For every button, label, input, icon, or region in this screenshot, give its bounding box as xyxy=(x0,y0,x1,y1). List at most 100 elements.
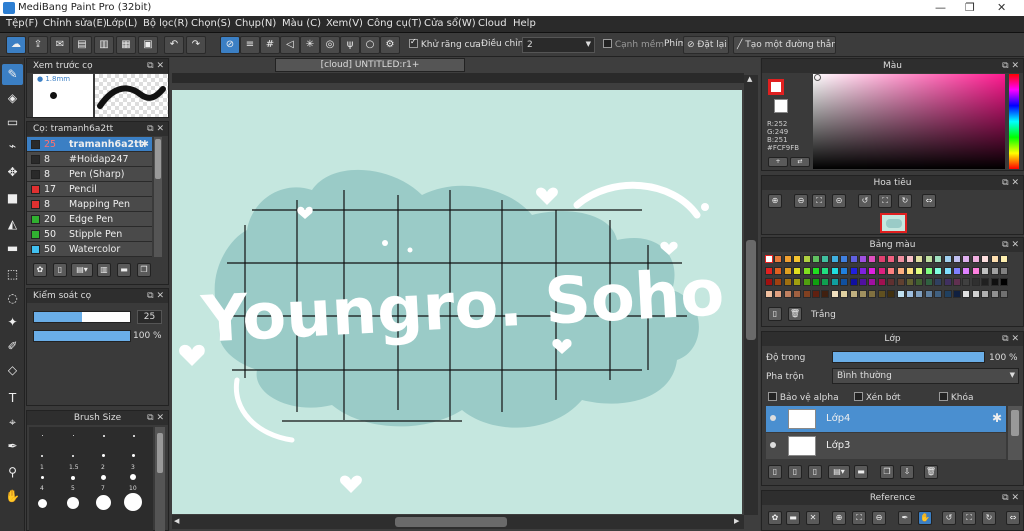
menu-view[interactable]: Xem(V) xyxy=(326,18,363,29)
brush-item[interactable]: 20 Edge Pen xyxy=(27,212,152,227)
color-swatch[interactable] xyxy=(830,255,839,263)
settings-snap-icon[interactable]: ⚙ xyxy=(380,36,400,54)
color-swatch[interactable] xyxy=(915,278,924,286)
color-swatch[interactable] xyxy=(924,255,933,263)
trash-icon[interactable]: 🗑 xyxy=(788,307,802,321)
close-ref-icon[interactable]: ✕ xyxy=(806,511,820,525)
eye-icon[interactable] xyxy=(770,442,776,448)
add-brush-icon[interactable]: ✿ xyxy=(33,263,47,277)
color-swatch[interactable] xyxy=(821,255,830,263)
menu-select[interactable]: Chọn(S) xyxy=(191,18,231,29)
blend-mode-select[interactable]: Bình thường ▼ xyxy=(832,368,1019,384)
size-dot[interactable] xyxy=(72,455,74,457)
folder-icon[interactable]: ▬ xyxy=(117,263,131,277)
reset-button[interactable]: ⊘ Đặt lại xyxy=(683,36,729,54)
color-swatch[interactable] xyxy=(868,278,877,286)
color-swatch[interactable] xyxy=(971,255,980,263)
menu-tools[interactable]: Công cụ(T) xyxy=(367,18,422,29)
size-dot[interactable] xyxy=(103,435,105,437)
eyedropper-tool-icon[interactable]: ✒ xyxy=(2,436,23,457)
panel-popout-icon[interactable]: ⧉ ✕ xyxy=(147,59,164,73)
background-color-swatch[interactable] xyxy=(774,99,788,113)
color-swatch[interactable] xyxy=(859,255,867,263)
color-swatch[interactable] xyxy=(840,289,849,298)
size-dot[interactable] xyxy=(133,435,135,437)
color-swatch[interactable] xyxy=(943,278,952,286)
undo-icon[interactable]: ↶ xyxy=(164,36,184,54)
eye-icon[interactable] xyxy=(770,415,776,421)
color-swatch[interactable] xyxy=(783,255,792,263)
document-tab[interactable]: [cloud] UNTITLED:r1+ xyxy=(275,58,465,72)
brush-item[interactable]: 50 Watercolor xyxy=(27,242,152,257)
duplicate-layer-icon[interactable]: ❐ xyxy=(880,465,894,479)
menu-cloud[interactable]: Cloud xyxy=(478,18,507,29)
navigator-thumbnail[interactable] xyxy=(880,213,907,233)
menu-edit[interactable]: Chỉnh sửa(E) xyxy=(43,18,107,29)
color-swatch[interactable] xyxy=(774,289,783,298)
color-swatch[interactable] xyxy=(953,266,961,275)
color-swatch[interactable] xyxy=(793,266,802,275)
canvas-v-scrollbar[interactable]: ▲ xyxy=(744,75,758,515)
color-swatch[interactable] xyxy=(812,278,820,286)
color-swatch[interactable] xyxy=(859,266,867,275)
color-swatch[interactable] xyxy=(793,255,802,263)
scroll-thumb[interactable] xyxy=(395,517,507,527)
color-swatch[interactable] xyxy=(887,255,896,263)
scroll-thumb[interactable] xyxy=(155,139,161,179)
hand-icon[interactable]: ✋ xyxy=(918,511,932,525)
add-color-icon[interactable]: + xyxy=(768,157,788,167)
color-swatch[interactable] xyxy=(774,266,783,275)
panel-popout-icon[interactable]: ⧉ ✕ xyxy=(1002,491,1019,505)
color-swatch[interactable] xyxy=(896,278,905,286)
menu-color[interactable]: Màu (C) xyxy=(282,18,321,29)
color-swatch[interactable] xyxy=(915,289,924,298)
color-swatch[interactable] xyxy=(877,255,886,263)
cloud-icon[interactable]: ☁ xyxy=(6,36,26,54)
size-dot[interactable] xyxy=(96,495,111,510)
size-dot[interactable] xyxy=(101,475,106,480)
color-swatch[interactable] xyxy=(887,266,896,275)
color-swatch[interactable] xyxy=(924,266,933,275)
scroll-left-icon[interactable]: ◀ xyxy=(174,517,179,525)
scroll-right-icon[interactable]: ▶ xyxy=(734,517,739,525)
layer-add-menu-icon[interactable]: ▤▾ xyxy=(828,465,850,479)
eraser-tool-icon[interactable]: ◈ xyxy=(2,88,23,109)
vanish-snap-icon[interactable]: ◁ xyxy=(280,36,300,54)
color-swatch[interactable] xyxy=(915,255,924,263)
color-swatch[interactable] xyxy=(765,266,773,275)
layer-folder-icon[interactable]: ▬ xyxy=(854,465,868,479)
color-swatch[interactable] xyxy=(793,289,802,298)
brush-item[interactable]: 17 Pencil xyxy=(27,182,152,197)
color-swatch[interactable] xyxy=(896,289,905,298)
hand-tool-icon[interactable]: ✋ xyxy=(2,486,23,507)
sharp-edge-checkbox[interactable]: Cạnh mềm xyxy=(603,39,664,50)
color-swatch[interactable] xyxy=(802,278,811,286)
color-swatch[interactable] xyxy=(962,289,971,298)
panel-popout-icon[interactable]: ⧉ ✕ xyxy=(1002,59,1019,73)
color-swatch[interactable] xyxy=(990,278,999,286)
fit-icon[interactable]: ⛶ xyxy=(852,511,866,525)
color-swatch[interactable] xyxy=(877,266,886,275)
ellipse-snap-icon[interactable]: ○ xyxy=(360,36,380,54)
color-swatch[interactable] xyxy=(774,278,783,286)
duplicate-icon[interactable]: ❐ xyxy=(137,263,151,277)
color-swatch[interactable] xyxy=(934,289,943,298)
color-swatch[interactable] xyxy=(896,266,905,275)
lock-checkbox[interactable]: Khóa xyxy=(939,392,974,403)
menu-file[interactable]: Tệp(F) xyxy=(6,18,38,29)
canvas-h-scrollbar[interactable]: ◀ ▶ xyxy=(172,515,744,529)
color-swatch[interactable] xyxy=(953,289,961,298)
delete-layer-icon[interactable]: 🗑 xyxy=(924,465,938,479)
color-swatch[interactable] xyxy=(962,255,971,263)
color-swatch[interactable] xyxy=(802,289,811,298)
brush-list-scrollbar[interactable] xyxy=(154,137,162,257)
color-swatch[interactable] xyxy=(877,289,886,298)
brush-tool-icon[interactable]: ✎ xyxy=(2,64,23,85)
foreground-color-swatch[interactable] xyxy=(768,79,784,95)
color-swatch[interactable] xyxy=(953,255,961,263)
select-eraser-tool-icon[interactable]: ◇ xyxy=(2,360,23,381)
cross-snap-icon[interactable]: # xyxy=(260,36,280,54)
lasso-tool-icon[interactable]: ◌ xyxy=(2,288,23,309)
panel-icon[interactable]: ▤ xyxy=(72,36,92,54)
color-swatch[interactable] xyxy=(915,266,924,275)
